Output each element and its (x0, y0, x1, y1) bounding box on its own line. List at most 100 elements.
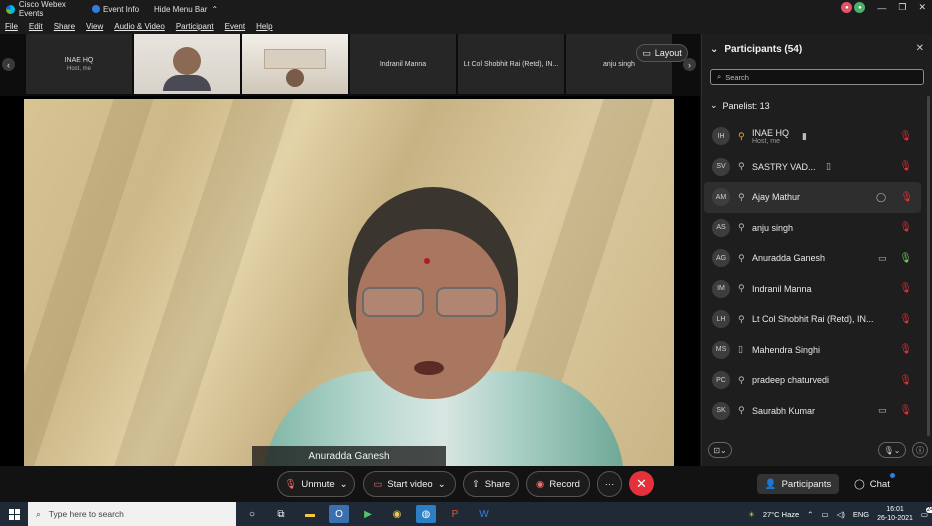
mic-muted-icon[interactable]: 🎙 (899, 314, 912, 325)
panel-close-icon[interactable]: ✕ (916, 43, 924, 54)
share-button[interactable]: ⇪ Share (463, 471, 519, 497)
participant-row[interactable]: MS ▯ Mahendra Singhi 🎙 (702, 335, 932, 366)
active-speaker-video[interactable] (24, 99, 674, 466)
avatar: AS (712, 218, 730, 237)
menu-participant[interactable]: Participant (176, 22, 214, 31)
powerpoint-icon[interactable]: P (445, 505, 465, 523)
filmstrip-next-icon[interactable]: › (683, 58, 696, 71)
more-options-button[interactable]: ··· (597, 471, 622, 497)
menu-help[interactable]: Help (256, 22, 272, 31)
participant-row[interactable]: AG ⚲ Anuradda Ganesh ▭ 🎙 (702, 243, 932, 274)
mic-muted-icon[interactable]: 🎙 (899, 405, 912, 416)
panelist-icon: ⚲ (738, 191, 745, 202)
volume-icon[interactable]: ◁) (837, 510, 845, 519)
participant-row[interactable]: AS ⚲ anju singh 🎙 (702, 213, 932, 244)
task-view-icon[interactable]: ○ (242, 505, 262, 523)
video-off-icon: ▭ (373, 478, 383, 490)
language-indicator[interactable]: ENG (853, 510, 869, 519)
menu-file[interactable]: File (5, 22, 18, 31)
chat-icon: ◯ (854, 478, 865, 490)
participant-row[interactable]: AM ⚲ Ajay Mathur ◯ 🎙 (704, 182, 921, 213)
taskbar-search-input[interactable]: ⌕ Type here to search (28, 502, 236, 526)
menu-event[interactable]: Event (225, 22, 245, 31)
word-icon[interactable]: W (474, 505, 494, 523)
tile-anju[interactable]: anju singh (566, 34, 672, 94)
taskbar-apps: ○ ⧉ ▬ O ▶ ◉ ◍ P W (242, 502, 494, 526)
windows-logo-icon (8, 508, 20, 520)
tile-indranil[interactable]: Indranil Manna (350, 34, 456, 94)
unmute-button[interactable]: 🎙 Unmute ⌄ (277, 471, 355, 497)
notifications-button[interactable]: ▭ 24 (921, 506, 932, 519)
chrome-icon[interactable]: ◉ (387, 505, 407, 523)
minimize-icon[interactable]: — (877, 3, 886, 13)
mic-muted-icon[interactable]: 🎙 (899, 344, 912, 355)
weather-text[interactable]: 27°C Haze (763, 510, 799, 519)
collapse-chevron-icon[interactable]: ⌄ (710, 44, 718, 55)
tile-video-2[interactable] (242, 34, 348, 94)
start-button[interactable] (0, 502, 28, 526)
participant-search-input[interactable]: ⌕ Search (710, 69, 924, 85)
app-title: Cisco Webex Events (0, 0, 92, 18)
chevron-down-icon[interactable]: ⌄ (340, 479, 348, 490)
chat-tab-button[interactable]: ◯ Chat (850, 473, 895, 494)
hide-menu-bar-button[interactable]: Hide Menu Bar ⌃ (154, 5, 218, 14)
event-info-button[interactable]: Event Info (92, 5, 154, 14)
participant-row[interactable]: PC ⚲ pradeep chaturvedi 🎙 (702, 365, 932, 396)
record-button[interactable]: ◉ Record (526, 471, 590, 497)
video-person-head (173, 47, 201, 75)
menu-edit[interactable]: Edit (29, 22, 43, 31)
close-window-icon[interactable]: ✕ (918, 2, 926, 13)
glasses-lens (436, 287, 498, 317)
filmstrip-prev-icon[interactable]: ‹ (2, 58, 15, 71)
network-icon[interactable]: ▭ (821, 510, 828, 519)
panelist-section-header[interactable]: ⌄ Panelist: 13 (710, 100, 770, 111)
leave-button[interactable]: ✕ (629, 471, 654, 496)
menu-share[interactable]: Share (54, 22, 75, 31)
webex-app-icon[interactable]: ◍ (416, 505, 436, 523)
chat-bubble-icon[interactable]: ◯ (876, 192, 886, 203)
restore-icon[interactable]: ❐ (898, 2, 906, 13)
chevron-down-icon[interactable]: ⌄ (438, 479, 446, 490)
start-video-button[interactable]: ▭ Start video ⌄ (363, 471, 456, 497)
host-icon: ⚲ (738, 130, 745, 141)
mic-muted-icon[interactable]: 🎙 (899, 131, 912, 142)
mic-muted-icon[interactable]: 🎙 (899, 222, 912, 233)
mic-muted-icon[interactable]: 🎙 (899, 161, 912, 172)
file-explorer-icon[interactable]: ▬ (300, 505, 320, 523)
section-label: Panelist: 13 (722, 100, 770, 111)
mic-muted-icon[interactable]: 🎙 (899, 375, 912, 386)
avatar: AG (712, 249, 730, 268)
participant-row[interactable]: IH ⚲ INAE HQ Host, me ▮ 🎙 (702, 121, 932, 152)
participant-row[interactable]: LH ⚲ Lt Col Shobhit Rai (Retd), IN... 🎙 (702, 304, 932, 335)
participant-row[interactable]: SV ⚲ SASTRY VAD... ▯ 🎙 (702, 152, 932, 183)
tile-shobhit[interactable]: Lt Col Shobhit Rai (Retd), IN... (458, 34, 564, 94)
mic-muted-icon[interactable]: 🎙 (900, 192, 913, 203)
participant-name: Ajay Mathur (752, 192, 801, 203)
mic-muted-icon[interactable]: 🎙 (899, 283, 912, 294)
menu-view[interactable]: View (86, 22, 103, 31)
outlook-icon[interactable]: O (329, 505, 349, 523)
menu-audio-video[interactable]: Audio & Video (114, 22, 165, 31)
panel-scrollbar[interactable] (927, 96, 930, 436)
participant-row[interactable]: IM ⚲ Indranil Manna 🎙 (702, 274, 932, 305)
participant-row[interactable]: SK ⚲ Saurabh Kumar ▭ 🎙 (702, 396, 932, 427)
tile-host[interactable]: INAE HQ Host, me (26, 34, 132, 94)
layout-button[interactable]: ▭ Layout (636, 44, 688, 62)
tray-chevron-icon[interactable]: ⌃ (807, 510, 813, 519)
hide-menu-label: Hide Menu Bar (154, 4, 208, 14)
tile-video-1[interactable] (134, 34, 240, 94)
device-icon: ▯ (738, 344, 743, 355)
clock[interactable]: 16:01 26-10-2021 (877, 505, 913, 523)
taskbar-search-placeholder: Type here to search (48, 509, 124, 519)
panel-more-button[interactable]: ⓘ (912, 442, 928, 458)
panel-options-button[interactable]: ⊡⌄ (708, 442, 732, 458)
avatar: SV (712, 157, 730, 176)
participants-tab-button[interactable]: 👤 Participants (757, 474, 839, 494)
mic-on-icon[interactable]: 🎙 (899, 253, 912, 264)
mute-all-button[interactable]: 🎙⌄ (878, 442, 906, 458)
profile-avatars[interactable]: ● ● (841, 2, 866, 13)
speaker-glasses (362, 287, 502, 317)
task-view-icon-2[interactable]: ⧉ (271, 505, 291, 523)
avatar: MS (712, 340, 730, 359)
media-player-icon[interactable]: ▶ (358, 505, 378, 523)
